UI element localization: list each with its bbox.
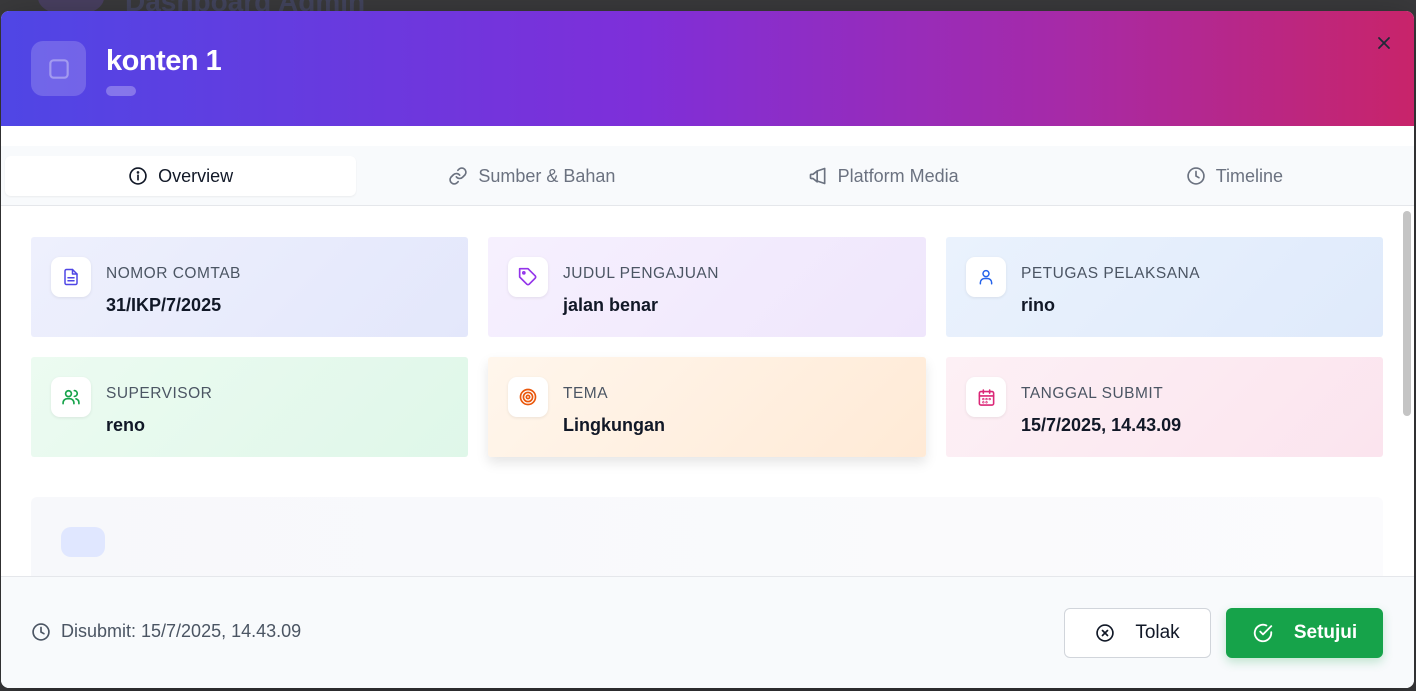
modal-footer: Disubmit: 15/7/2025, 14.43.09 Tolak Setu…	[1, 576, 1414, 688]
clock-icon	[32, 622, 50, 641]
card-tanggal-submit: TANGGAL SUBMIT 15/7/2025, 14.43.09	[946, 357, 1383, 457]
users-icon	[51, 377, 91, 417]
modal-header: konten 1	[1, 11, 1414, 126]
overview-panel: NOMOR COMTAB 31/IKP/7/2025 JUDUL PENGAJU…	[1, 207, 1414, 577]
approve-button[interactable]: Setujui	[1226, 608, 1383, 658]
user-icon	[966, 257, 1006, 297]
clock-icon	[1186, 167, 1205, 185]
card-label: TANGGAL SUBMIT	[1021, 385, 1164, 402]
tab-label: Timeline	[1215, 165, 1284, 186]
tab-label: Sumber & Bahan	[478, 165, 616, 186]
info-cards-grid: NOMOR COMTAB 31/IKP/7/2025 JUDUL PENGAJU…	[31, 237, 1383, 457]
card-value: reno	[106, 415, 146, 435]
tab-label: Overview	[158, 165, 234, 186]
link-icon	[449, 167, 468, 185]
reject-label: Tolak	[1135, 622, 1180, 643]
card-value: 31/IKP/7/2025	[106, 295, 222, 315]
close-icon	[1378, 37, 1390, 49]
submitted-text: Disubmit: 15/7/2025, 14.43.09	[61, 621, 302, 641]
calendar-icon	[966, 377, 1006, 417]
description-card	[31, 497, 1383, 577]
card-label: JUDUL PENGAJUAN	[563, 265, 719, 282]
approve-label: Setujui	[1293, 622, 1358, 643]
card-label: PETUGAS PELAKSANA	[1021, 265, 1201, 282]
x-circle-icon	[1096, 624, 1115, 642]
info-icon	[129, 167, 147, 185]
modal-title: konten 1	[106, 45, 222, 77]
card-label: NOMOR COMTAB	[106, 265, 241, 282]
tab-label: Platform Media	[837, 165, 959, 186]
tab-overview[interactable]: Overview	[5, 156, 357, 196]
tab-platform-media[interactable]: Platform Media	[708, 156, 1059, 196]
reject-button[interactable]: Tolak	[1064, 608, 1211, 658]
card-value: Lingkungan	[563, 415, 665, 435]
card-value: jalan benar	[563, 295, 659, 315]
tag-icon	[508, 257, 548, 297]
target-icon	[508, 377, 548, 417]
check-circle-icon	[1253, 623, 1272, 643]
card-tema: TEMA Lingkungan	[488, 357, 926, 457]
tab-timeline[interactable]: Timeline	[1059, 156, 1410, 196]
content-detail-modal: konten 1 Overview Sumber & Bahan Platfor…	[1, 11, 1414, 688]
card-judul-pengajuan: JUDUL PENGAJUAN jalan benar	[488, 237, 926, 337]
tab-sumber-bahan[interactable]: Sumber & Bahan	[356, 156, 707, 196]
megaphone-icon	[809, 167, 826, 185]
close-button[interactable]	[1372, 31, 1396, 55]
content-scrollbar[interactable]	[1403, 211, 1411, 416]
card-petugas-pelaksana: PETUGAS PELAKSANA rino	[946, 237, 1383, 337]
card-label: SUPERVISOR	[106, 385, 213, 402]
card-supervisor: SUPERVISOR reno	[31, 357, 468, 457]
submitted-info: Disubmit: 15/7/2025, 14.43.09	[31, 621, 301, 642]
document-icon	[51, 257, 91, 297]
card-label: TEMA	[563, 385, 609, 402]
tabs-bar: Overview Sumber & Bahan Platform Media T…	[1, 146, 1414, 206]
description-icon	[61, 527, 105, 557]
card-nomor-comtab: NOMOR COMTAB 31/IKP/7/2025	[31, 237, 468, 337]
header-icon	[31, 41, 86, 96]
card-value: 15/7/2025, 14.43.09	[1021, 415, 1182, 435]
card-value: rino	[1021, 295, 1055, 315]
status-badge	[106, 86, 136, 96]
